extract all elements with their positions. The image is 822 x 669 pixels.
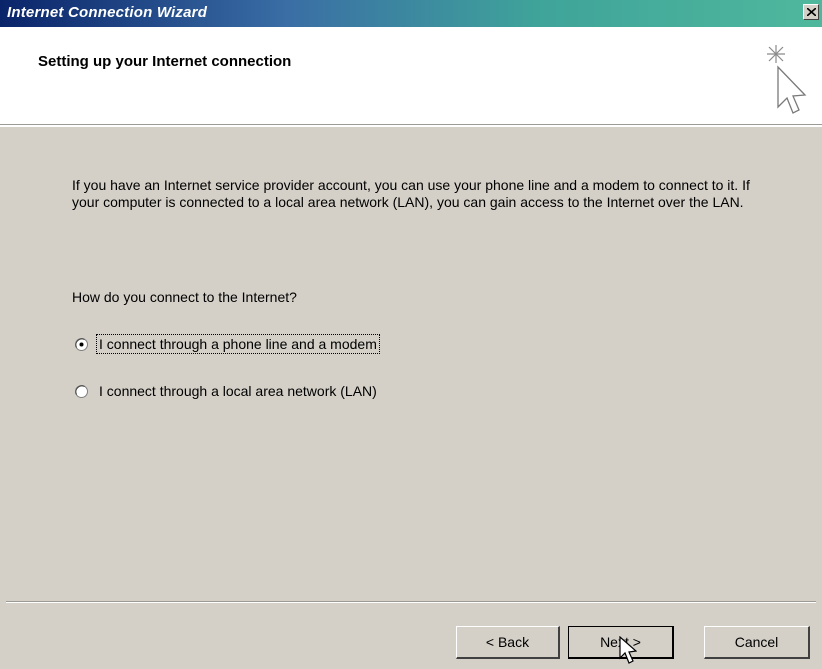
page-title: Setting up your Internet connection	[38, 53, 292, 70]
radio-selected-icon[interactable]	[75, 337, 88, 351]
option-phone-modem[interactable]: I connect through a phone line and a mod…	[75, 334, 380, 354]
window-title: Internet Connection Wizard	[7, 4, 208, 21]
wizard-body: If you have an Internet service provider…	[0, 127, 822, 601]
radio-unselected-icon[interactable]	[75, 384, 88, 398]
mouse-pointer-icon	[619, 636, 637, 664]
sparkle-cursor-icon	[767, 45, 807, 114]
option-lan[interactable]: I connect through a local area network (…	[75, 381, 379, 401]
option-phone-modem-label[interactable]: I connect through a phone line and a mod…	[96, 334, 380, 354]
intro-text: If you have an Internet service provider…	[72, 177, 750, 210]
title-bar[interactable]: Internet Connection Wizard	[0, 0, 822, 27]
close-button[interactable]	[803, 4, 819, 20]
back-button[interactable]: < Back	[456, 626, 560, 659]
wizard-header: Setting up your Internet connection	[0, 27, 822, 125]
connection-question: How do you connect to the Internet?	[72, 289, 297, 305]
wizard-window: Internet Connection Wizard Setting up yo…	[0, 0, 822, 669]
option-lan-label[interactable]: I connect through a local area network (…	[97, 382, 379, 400]
button-separator	[6, 601, 816, 603]
close-icon	[807, 8, 816, 16]
cancel-button[interactable]: Cancel	[704, 626, 810, 659]
